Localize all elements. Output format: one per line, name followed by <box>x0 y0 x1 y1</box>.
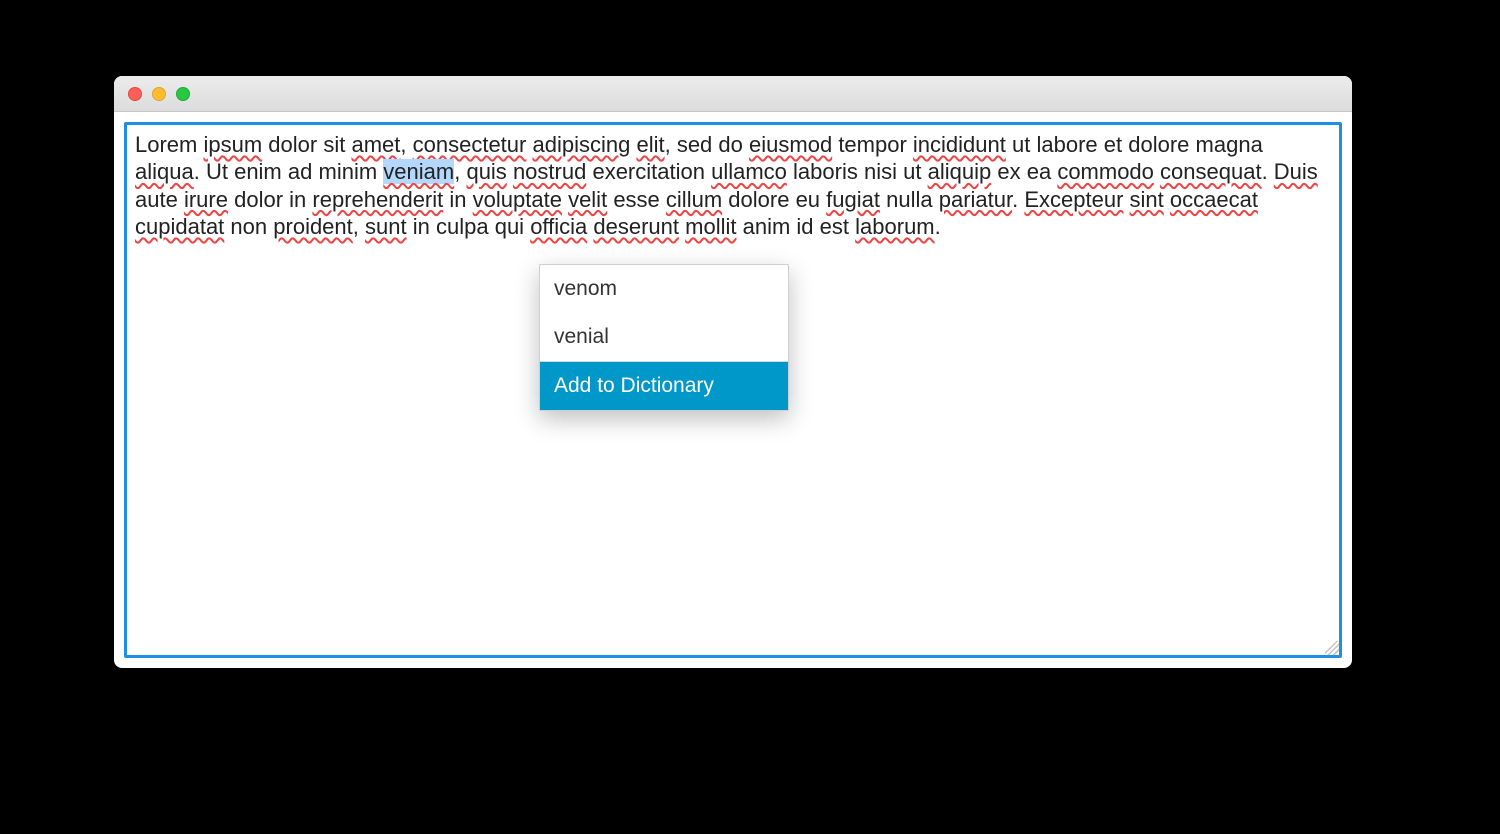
misspelled-word[interactable]: nostrud <box>513 159 586 184</box>
word[interactable]: dolor <box>234 187 283 212</box>
word[interactable]: id <box>796 214 813 239</box>
word[interactable]: dolor <box>268 132 317 157</box>
misspelled-word[interactable]: adipiscing <box>532 132 630 157</box>
word[interactable]: Lorem <box>135 132 197 157</box>
misspelled-word[interactable]: Excepteur <box>1024 187 1123 212</box>
word[interactable]: in <box>413 214 430 239</box>
misspelled-word[interactable]: aliquip <box>928 159 992 184</box>
word[interactable]: , <box>665 132 677 157</box>
misspelled-word[interactable]: cillum <box>666 187 722 212</box>
word[interactable]: esse <box>613 187 659 212</box>
misspelled-word[interactable]: Duis <box>1274 159 1318 184</box>
misspelled-word[interactable]: laborum <box>855 214 934 239</box>
misspelled-word[interactable]: irure <box>184 187 228 212</box>
word[interactable]: aute <box>135 187 178 212</box>
word[interactable]: . <box>1262 159 1274 184</box>
word[interactable]: nulla <box>886 187 932 212</box>
spell-suggestion[interactable]: venom <box>540 265 788 313</box>
word[interactable]: non <box>230 214 267 239</box>
add-to-dictionary[interactable]: Add to Dictionary <box>540 362 788 410</box>
close-icon[interactable] <box>128 87 142 101</box>
word[interactable]: ut <box>1012 132 1030 157</box>
misspelled-word[interactable]: fugiat <box>826 187 880 212</box>
misspelled-word[interactable]: aliqua <box>135 159 194 184</box>
word[interactable]: et <box>1104 132 1122 157</box>
misspelled-word[interactable]: sint <box>1130 187 1164 212</box>
misspelled-word[interactable]: reprehenderit <box>312 187 443 212</box>
word[interactable]: ea <box>1027 159 1051 184</box>
word[interactable]: ut <box>903 159 921 184</box>
word[interactable]: , <box>400 132 412 157</box>
word[interactable]: magna <box>1196 132 1263 157</box>
misspelled-word[interactable]: consectetur <box>413 132 527 157</box>
misspelled-word[interactable]: consequat <box>1160 159 1262 184</box>
word[interactable]: . <box>194 159 206 184</box>
word[interactable]: sed <box>677 132 712 157</box>
selected-word[interactable]: veniam <box>383 159 454 184</box>
word[interactable]: in <box>449 187 466 212</box>
word[interactable]: ad <box>288 159 312 184</box>
word[interactable]: sit <box>323 132 345 157</box>
misspelled-word[interactable]: commodo <box>1057 159 1154 184</box>
titlebar[interactable] <box>114 76 1352 112</box>
word[interactable]: labore <box>1036 132 1097 157</box>
word[interactable]: exercitation <box>592 159 705 184</box>
word[interactable]: anim <box>743 214 791 239</box>
minimize-icon[interactable] <box>152 87 166 101</box>
misspelled-word[interactable]: cupidatat <box>135 214 224 239</box>
misspelled-word[interactable]: quis <box>466 159 506 184</box>
word[interactable]: eu <box>796 187 820 212</box>
word[interactable]: in <box>289 187 306 212</box>
word[interactable]: . <box>1012 187 1024 212</box>
word[interactable]: dolore <box>1128 132 1189 157</box>
misspelled-word[interactable]: eiusmod <box>749 132 832 157</box>
zoom-icon[interactable] <box>176 87 190 101</box>
word[interactable]: , <box>353 214 365 239</box>
misspelled-word[interactable]: sunt <box>365 214 407 239</box>
misspelled-word[interactable]: mollit <box>685 214 736 239</box>
spellcheck-context-menu: venomvenialAdd to Dictionary <box>539 264 789 411</box>
word[interactable]: Ut <box>206 159 228 184</box>
misspelled-word[interactable]: proident <box>273 214 353 239</box>
spell-suggestion[interactable]: venial <box>540 313 788 361</box>
misspelled-word[interactable]: officia <box>530 214 587 239</box>
word[interactable]: laboris <box>793 159 858 184</box>
word[interactable]: . <box>935 214 941 239</box>
misspelled-word[interactable]: ipsum <box>203 132 262 157</box>
word[interactable]: , <box>454 159 466 184</box>
misspelled-word[interactable]: deserunt <box>593 214 679 239</box>
word[interactable]: do <box>718 132 742 157</box>
misspelled-word[interactable]: occaecat <box>1170 187 1258 212</box>
word[interactable]: tempor <box>838 132 906 157</box>
word[interactable]: culpa <box>436 214 489 239</box>
misspelled-word[interactable]: pariatur <box>939 187 1012 212</box>
word[interactable]: nisi <box>864 159 897 184</box>
misspelled-word[interactable]: velit <box>568 187 607 212</box>
misspelled-word[interactable]: ullamco <box>711 159 787 184</box>
misspelled-word[interactable]: elit <box>636 132 664 157</box>
misspelled-word[interactable]: amet <box>351 132 400 157</box>
misspelled-word[interactable]: voluptate <box>473 187 562 212</box>
misspelled-word[interactable]: incididunt <box>913 132 1006 157</box>
word[interactable]: qui <box>495 214 524 239</box>
word[interactable]: minim <box>319 159 378 184</box>
word[interactable]: enim <box>234 159 282 184</box>
word[interactable]: dolore <box>728 187 789 212</box>
word[interactable]: est <box>820 214 849 239</box>
word[interactable]: ex <box>997 159 1020 184</box>
resize-grip-icon[interactable] <box>1325 641 1339 655</box>
app-window: Lorem ipsum dolor sit amet, consectetur … <box>114 76 1352 668</box>
